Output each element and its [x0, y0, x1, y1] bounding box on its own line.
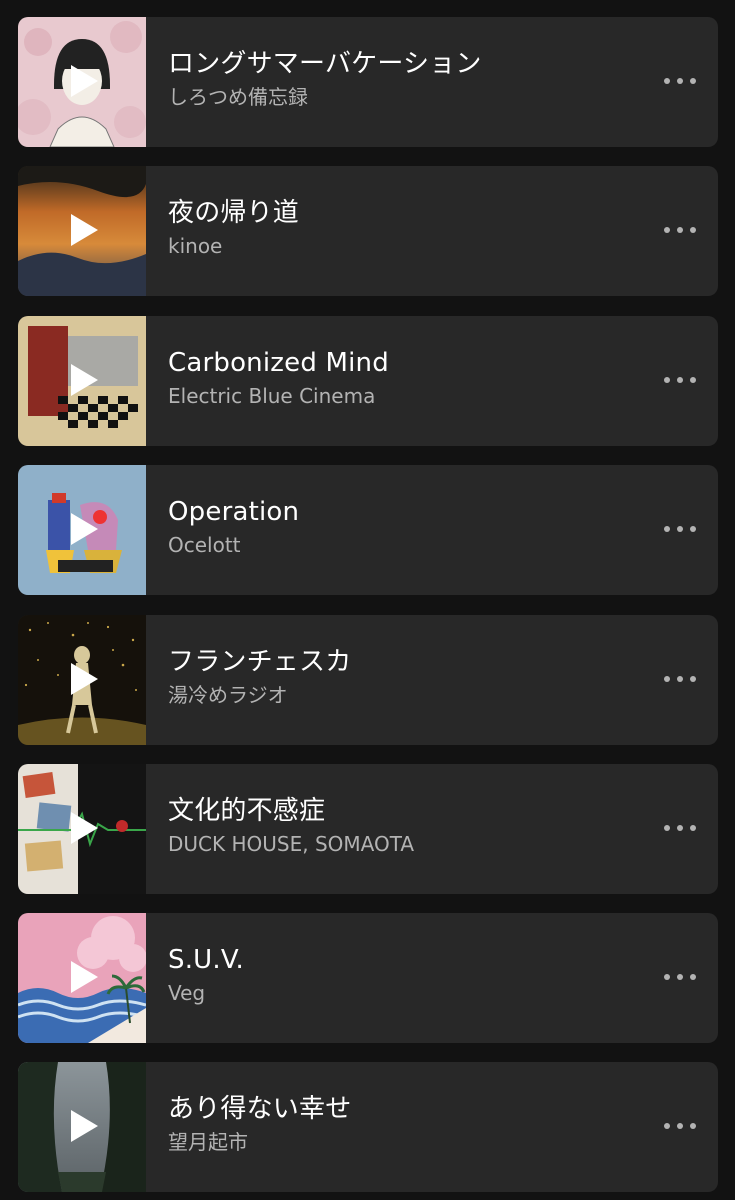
track-artist: しろつめ備忘録 — [168, 85, 308, 109]
track-title: 文化的不感症 — [168, 796, 326, 826]
more-options-icon[interactable] — [660, 661, 700, 697]
track-info: 文化的不感症 DUCK HOUSE, SOMAOTA — [168, 764, 638, 894]
track-title: 夜の帰り道 — [168, 198, 300, 228]
track-title: Carbonized Mind — [168, 348, 389, 378]
track-info: あり得ない幸せ 望月起市 — [168, 1062, 638, 1192]
more-options-icon[interactable] — [660, 959, 700, 995]
track-row[interactable]: フランチェスカ 湯冷めラジオ — [18, 615, 718, 745]
track-title: S.U.V. — [168, 945, 244, 975]
play-icon[interactable] — [69, 213, 99, 247]
track-title: フランチェスカ — [168, 647, 352, 677]
play-icon[interactable] — [69, 1109, 99, 1143]
more-options-icon[interactable] — [660, 1108, 700, 1144]
track-row[interactable]: 夜の帰り道 kinoe — [18, 166, 718, 296]
track-artist: kinoe — [168, 234, 223, 258]
track-row[interactable]: Operation Ocelott — [18, 465, 718, 595]
track-row[interactable]: S.U.V. Veg — [18, 913, 718, 1043]
track-row[interactable]: 文化的不感症 DUCK HOUSE, SOMAOTA — [18, 764, 718, 894]
track-info: Carbonized Mind Electric Blue Cinema — [168, 316, 638, 446]
track-title: あり得ない幸せ — [168, 1094, 352, 1124]
track-info: Operation Ocelott — [168, 465, 638, 595]
track-row[interactable]: あり得ない幸せ 望月起市 — [18, 1062, 718, 1192]
track-artist: 湯冷めラジオ — [168, 683, 288, 707]
track-artist: DUCK HOUSE, SOMAOTA — [168, 832, 415, 856]
track-artist: Electric Blue Cinema — [168, 384, 376, 408]
more-options-icon[interactable] — [660, 362, 700, 398]
track-title: Operation — [168, 497, 300, 527]
track-list: ロングサマーバケーション しろつめ備忘録 夜の帰り道 kinoe Carboni… — [0, 0, 735, 1200]
play-icon[interactable] — [69, 363, 99, 397]
track-artist: Ocelott — [168, 533, 241, 557]
play-icon[interactable] — [69, 64, 99, 98]
more-options-icon[interactable] — [660, 810, 700, 846]
play-icon[interactable] — [69, 960, 99, 994]
track-info: ロングサマーバケーション しろつめ備忘録 — [168, 17, 638, 147]
play-icon[interactable] — [69, 662, 99, 696]
track-info: 夜の帰り道 kinoe — [168, 166, 638, 296]
play-icon[interactable] — [69, 811, 99, 845]
play-icon[interactable] — [69, 512, 99, 546]
more-options-icon[interactable] — [660, 212, 700, 248]
track-artist: 望月起市 — [168, 1130, 248, 1154]
track-row[interactable]: Carbonized Mind Electric Blue Cinema — [18, 316, 718, 446]
more-options-icon[interactable] — [660, 511, 700, 547]
more-options-icon[interactable] — [660, 63, 700, 99]
track-title: ロングサマーバケーション — [168, 49, 482, 79]
track-info: フランチェスカ 湯冷めラジオ — [168, 615, 638, 745]
track-row[interactable]: ロングサマーバケーション しろつめ備忘録 — [18, 17, 718, 147]
track-info: S.U.V. Veg — [168, 913, 638, 1043]
track-artist: Veg — [168, 981, 206, 1005]
